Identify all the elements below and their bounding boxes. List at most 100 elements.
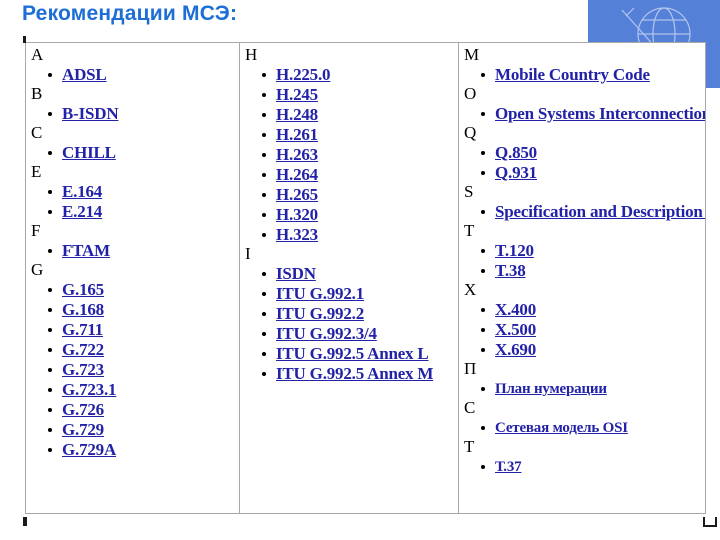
list-item: H.261 [262,125,458,145]
recommendation-list: Т.37 [459,457,705,477]
letter-heading: O [464,84,477,103]
letter-heading: Q [464,123,477,142]
list-item: H.225.0 [262,65,458,85]
table-column-3: M Mobile Country Code O Open Systems Interc… [459,43,705,513]
recommendation-link[interactable]: X.400 [495,300,536,319]
recommendation-link[interactable]: ITU G.992.3/4 [276,324,377,343]
recommendation-link[interactable]: Q.850 [495,143,537,162]
recommendation-link[interactable]: Mobile Country Code [495,65,650,84]
recommendation-list: План нумерации [459,379,705,399]
list-item: Open Systems Interconnection [481,104,705,124]
letter-heading: X [464,280,477,299]
recommendation-link[interactable]: H.323 [276,225,318,244]
list-item: ITU G.992.2 [262,304,458,324]
recommendation-link[interactable]: H.248 [276,105,318,124]
list-item: H.264 [262,165,458,185]
recommendation-link[interactable]: G.722 [62,340,104,359]
recommendation-link[interactable]: G.165 [62,280,104,299]
recommendation-link[interactable]: G.729A [62,440,116,459]
list-item: E.214 [48,202,239,222]
letter-heading: G [31,260,44,279]
recommendation-link[interactable]: ADSL [62,65,107,84]
recommendation-list: E.164 E.214 [26,182,239,222]
recommendation-link[interactable]: E.214 [62,202,102,221]
list-item: G.723.1 [48,380,239,400]
letter-heading: С [464,398,476,417]
list-item: E.164 [48,182,239,202]
recommendation-list: T.120 T.38 [459,241,705,281]
list-item: CHILL [48,143,239,163]
recommendation-link[interactable]: G.726 [62,400,104,419]
list-item: G.165 [48,280,239,300]
recommendation-link[interactable]: H.320 [276,205,318,224]
list-item: H.320 [262,205,458,225]
list-item: FTAM [48,241,239,261]
recommendation-link[interactable]: CHILL [62,143,116,162]
recommendation-link[interactable]: H.263 [276,145,318,164]
recommendations-table: A ADSL B B-ISDN C CHILL E E.164 E.214 F FTAM G G.165… [25,42,706,514]
recommendation-link[interactable]: H.265 [276,185,318,204]
recommendation-link[interactable]: T.120 [495,241,534,260]
recommendation-link[interactable]: G.729 [62,420,104,439]
list-item: H.248 [262,105,458,125]
list-item: X.400 [481,300,705,320]
recommendation-link[interactable]: FTAM [62,241,110,260]
list-item: T.120 [481,241,705,261]
recommendation-link[interactable]: H.225.0 [276,65,331,84]
recommendation-list: Сетевая модель OSI [459,418,705,438]
list-item: ITU G.992.3/4 [262,324,458,344]
recommendation-link[interactable]: Open Systems Interconnection [495,104,705,123]
recommendation-link[interactable]: E.164 [62,182,102,201]
recommendation-list: FTAM [26,241,239,261]
recommendation-link[interactable]: ISDN [276,264,316,283]
list-item: X.500 [481,320,705,340]
recommendation-link[interactable]: G.723.1 [62,380,117,399]
list-item: G.723 [48,360,239,380]
recommendation-list: CHILL [26,143,239,163]
recommendation-link[interactable]: ITU G.992.1 [276,284,364,303]
letter-heading: П [464,359,477,378]
recommendation-link[interactable]: X.690 [495,340,536,359]
recommendation-link[interactable]: H.261 [276,125,318,144]
list-item: T.38 [481,261,705,281]
recommendation-list: ADSL [26,65,239,85]
recommendation-link[interactable]: Т.37 [495,459,522,475]
letter-heading: T [464,221,475,240]
recommendation-link[interactable]: H.245 [276,85,318,104]
recommendation-link[interactable]: B-ISDN [62,104,119,123]
list-item: G.722 [48,340,239,360]
list-item: G.168 [48,300,239,320]
selection-handle-bottom-right[interactable] [703,517,717,527]
recommendation-link[interactable]: X.500 [495,320,536,339]
recommendation-link[interactable]: План нумерации [495,381,607,397]
recommendation-list: H.225.0 H.245 H.248 H.261 H.263 H.264 H.265 H.3… [240,65,458,245]
recommendation-link[interactable]: G.711 [62,320,103,339]
letter-heading: F [31,221,41,240]
recommendation-link[interactable]: Specification and Description Language [495,202,705,221]
recommendation-link[interactable]: Сетевая модель OSI [495,420,628,436]
recommendation-link[interactable]: ITU G.992.5 Annex M [276,364,433,383]
recommendation-list: B-ISDN [26,104,239,124]
recommendation-link[interactable]: H.264 [276,165,318,184]
recommendation-link[interactable]: ITU G.992.2 [276,304,364,323]
recommendation-link[interactable]: T.38 [495,261,526,280]
recommendation-list: Open Systems Interconnection [459,104,705,124]
selection-handle-bottom-left[interactable] [23,517,27,526]
list-item: X.690 [481,340,705,360]
recommendation-link[interactable]: G.723 [62,360,104,379]
list-item: B-ISDN [48,104,239,124]
recommendation-link[interactable]: G.168 [62,300,104,319]
recommendation-link[interactable]: Q.931 [495,163,537,182]
letter-heading: Т [464,437,475,456]
letter-heading: A [31,45,44,64]
letter-heading: H [245,45,258,64]
recommendation-list: ISDN ITU G.992.1 ITU G.992.2 ITU G.992.3/4 I… [240,264,458,384]
recommendation-link[interactable]: ITU G.992.5 Annex L [276,344,429,363]
list-item: ITU G.992.1 [262,284,458,304]
selection-handle-top-left[interactable] [23,36,26,43]
list-item: ITU G.992.5 Annex L [262,344,458,364]
list-item: Mobile Country Code [481,65,705,85]
list-item: ITU G.992.5 Annex M [262,364,458,384]
list-item: План нумерации [481,379,705,399]
letter-heading: B [31,84,43,103]
